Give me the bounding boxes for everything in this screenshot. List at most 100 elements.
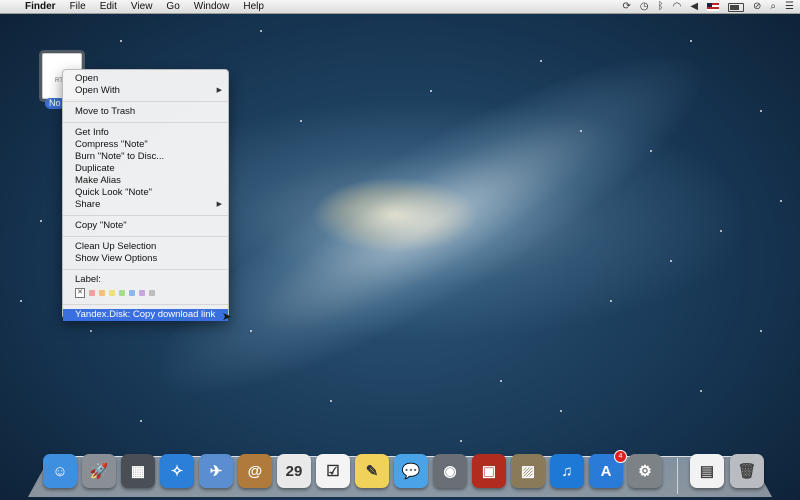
calendar-icon[interactable]: 29 [277,454,311,488]
star [650,150,652,152]
menu-edit[interactable]: Edit [93,0,124,14]
submenu-arrow-icon: ▶ [216,201,222,208]
sync-icon[interactable]: ⟳ [622,0,630,14]
menu-item-burn[interactable]: Burn "Note" to Disc... [63,151,228,163]
menu-item-share-label: Share [75,199,101,210]
finder-icon[interactable]: ☺ [43,454,77,488]
menu-item-open-with-label: Open With [75,85,120,96]
notification-block-icon[interactable]: ⊘ [753,0,761,14]
star [610,300,612,302]
iphoto-glyph: ▨ [520,463,536,480]
contacts-glyph: @ [247,462,263,480]
time-machine-icon[interactable]: ◷ [640,0,649,14]
reminders-icon[interactable]: ☑ [316,454,350,488]
menu-item-show-view-options[interactable]: Show View Options [63,253,228,265]
star [580,130,582,132]
label-color-swatch[interactable] [129,290,135,296]
notes-glyph: ✎ [365,463,379,480]
star [780,200,782,202]
label-color-swatch[interactable] [89,290,95,296]
battery-icon[interactable] [728,2,745,12]
menu-separator [63,101,228,102]
menu-item-share[interactable]: Share ▶ [63,199,228,211]
search-icon[interactable]: ⌕ [770,0,776,14]
star [760,110,762,112]
safari-icon[interactable]: ✧ [160,454,194,488]
star [20,300,22,302]
star [140,420,142,422]
itunes-glyph: ♫ [561,462,573,480]
iphoto-icon[interactable]: ▨ [511,454,545,488]
facetime-icon[interactable]: ◉ [433,454,467,488]
label-color-swatch[interactable] [119,290,125,296]
label-color-swatch[interactable] [109,290,115,296]
itunes-icon[interactable]: ♫ [550,454,584,488]
mission-control-icon[interactable]: ▦ [121,454,155,488]
menu-item-make-alias[interactable]: Make Alias [63,175,228,187]
label-color-swatch[interactable] [149,290,155,296]
dock-divider [677,458,678,494]
star [560,410,562,412]
status-area: ⟳ ◷ ᛒ ◠ ◀ ⊘ ⌕ ☰ [622,0,794,14]
menu-go[interactable]: Go [159,0,186,14]
menu-separator [63,122,228,123]
menu-separator [63,236,228,237]
launchpad-glyph: 🚀 [89,463,109,480]
reminders-glyph: ☑ [326,463,340,480]
mouse-cursor-icon: ➤ [222,311,232,323]
menu-item-yandex-copy-link[interactable]: Yandex.Disk: Copy download link [63,309,228,321]
flag-icon[interactable] [707,3,720,11]
volume-icon[interactable]: ◀ [690,0,698,14]
mail-icon[interactable]: ✈ [199,454,233,488]
menu-file[interactable]: File [63,0,93,14]
messages-icon[interactable]: 💬 [394,454,428,488]
menu-item-copy[interactable]: Copy "Note" [63,220,228,232]
calendar-glyph: 29 [285,462,303,480]
star [90,330,92,332]
launchpad-icon[interactable]: 🚀 [82,454,116,488]
facetime-glyph: ◉ [443,463,457,480]
menu-item-open[interactable]: Open [63,73,228,85]
menu-bar: Finder File Edit View Go Window Help ⟳ ◷… [0,0,800,14]
star [260,30,262,32]
menu-item-clean-up[interactable]: Clean Up Selection [63,241,228,253]
star [460,440,462,442]
system-preferences-icon[interactable]: ⚙ [628,454,662,488]
menu-item-duplicate[interactable]: Duplicate [63,163,228,175]
app-name-menu[interactable]: Finder [18,0,63,14]
safari-glyph: ✧ [170,463,184,480]
menu-item-compress[interactable]: Compress "Note" [63,139,228,151]
menu-separator [63,269,228,270]
photo-booth-icon[interactable]: ▣ [472,454,506,488]
star [500,380,502,382]
star [430,90,432,92]
trash-icon[interactable]: 🗑 [730,454,764,488]
document-stack-icon[interactable]: ▤ [690,454,724,488]
menu-item-open-with[interactable]: Open With ▶ [63,85,228,97]
menu-item-move-to-trash[interactable]: Move to Trash [63,106,228,118]
label-heading: Label: [75,274,101,285]
menu-help[interactable]: Help [236,0,271,14]
star [330,400,332,402]
photo-booth-glyph: ▣ [481,463,497,480]
menu-item-get-info[interactable]: Get Info [63,127,228,139]
label-color-swatch[interactable] [99,290,105,296]
menu-item-quick-look[interactable]: Quick Look "Note" [63,187,228,199]
document-stack-glyph: ▤ [699,463,715,480]
star [540,60,542,62]
star [300,120,302,122]
app-store-icon[interactable]: A4 [589,450,627,488]
star [120,40,122,42]
list-icon[interactable]: ☰ [785,0,794,14]
bluetooth-icon[interactable]: ᛒ [658,0,664,14]
wifi-icon[interactable]: ◠ [673,0,682,14]
notes-icon[interactable]: ✎ [355,454,389,488]
menu-window[interactable]: Window [187,0,237,14]
star [720,230,722,232]
contacts-icon[interactable]: @ [238,454,272,488]
label-none-icon[interactable]: ✕ [75,288,85,298]
messages-glyph: 💬 [401,463,421,480]
label-color-swatch[interactable] [139,290,145,296]
context-menu: Open Open With ▶ Move to Trash Get Info … [62,69,229,321]
menu-view[interactable]: View [124,0,160,14]
